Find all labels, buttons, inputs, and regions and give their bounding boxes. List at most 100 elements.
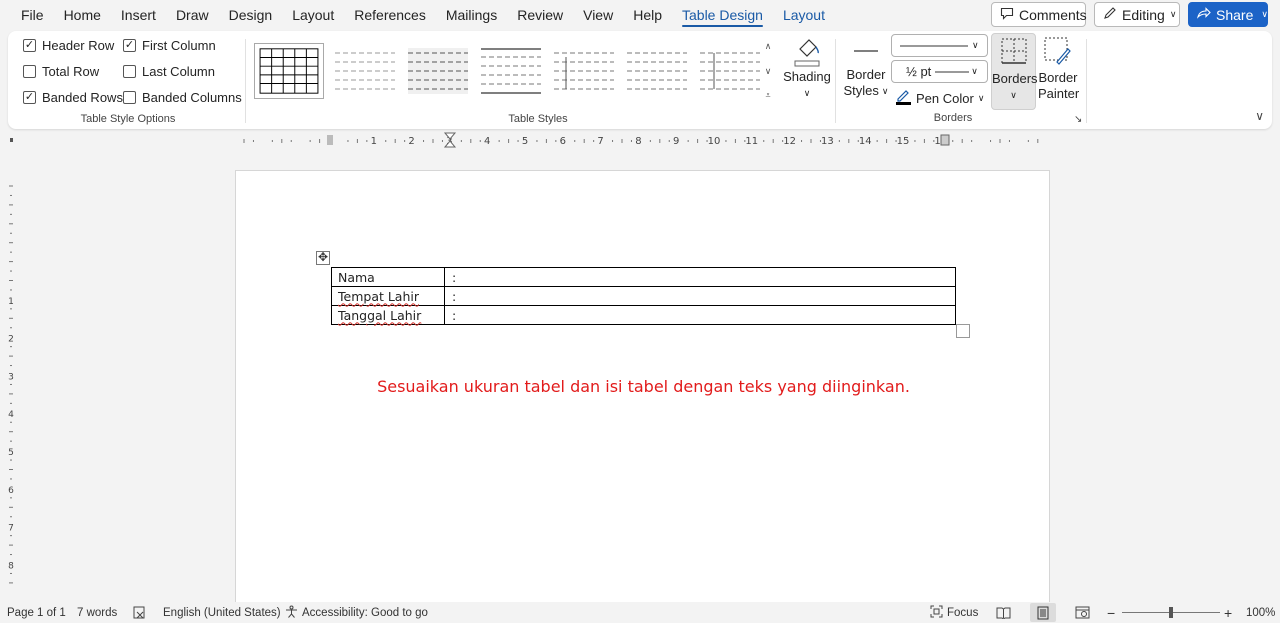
borders-icon bbox=[992, 37, 1035, 71]
gallery-up-icon[interactable]: ∧ bbox=[765, 41, 772, 52]
table-cell-label[interactable]: Tempat Lahir bbox=[331, 286, 445, 306]
ruler-number: 6 bbox=[560, 136, 566, 147]
tab-table-design[interactable]: Table Design bbox=[672, 0, 773, 30]
status-bar: Page 1 of 1 7 words English (United Stat… bbox=[0, 602, 1280, 623]
pencil-icon bbox=[1103, 6, 1117, 23]
document-table[interactable]: Nama : Tempat Lahir : Tanggal Lahir : bbox=[331, 267, 956, 325]
table-style-header-col[interactable] bbox=[695, 43, 765, 99]
focus-button[interactable]: Focus bbox=[930, 605, 978, 621]
horizontal-ruler[interactable]: 12345678910111213141516 bbox=[0, 132, 1280, 150]
tab-help[interactable]: Help bbox=[623, 0, 672, 30]
border-styles-label-2: Styles bbox=[843, 83, 879, 98]
pen-color-button[interactable]: Pen Color ∨ bbox=[895, 88, 984, 108]
accessibility-status[interactable]: Accessibility: Good to go bbox=[285, 605, 428, 621]
table-styles-gallery bbox=[254, 41, 774, 101]
pen-color-label: Pen Color bbox=[916, 90, 974, 106]
ruler-number: 2 bbox=[8, 335, 14, 345]
ribbon: ✓ Header Row ✓ First Column Total Row La… bbox=[8, 31, 1272, 129]
print-layout-icon[interactable] bbox=[1030, 603, 1056, 622]
checkbox-checked-icon: ✓ bbox=[23, 39, 36, 52]
proofing-icon[interactable] bbox=[133, 606, 147, 619]
table-style-columns[interactable] bbox=[549, 43, 619, 99]
shading-button[interactable]: Shading ∨ bbox=[782, 35, 832, 101]
zoom-level[interactable]: 100% bbox=[1246, 607, 1275, 619]
table-style-minimal[interactable] bbox=[622, 43, 692, 99]
tab-draw[interactable]: Draw bbox=[166, 0, 219, 30]
checkbox-unchecked-icon bbox=[23, 65, 36, 78]
line-weight-preview-icon bbox=[935, 71, 970, 72]
web-layout-icon[interactable] bbox=[1075, 606, 1090, 619]
first-column-checkbox[interactable]: ✓ First Column bbox=[123, 38, 216, 53]
table-move-handle-icon[interactable]: ✥ bbox=[316, 251, 330, 265]
tab-table-layout[interactable]: Layout bbox=[773, 0, 835, 30]
table-cell-value[interactable]: : bbox=[444, 286, 956, 306]
chevron-down-icon: ∨ bbox=[977, 92, 985, 103]
table-cell-value[interactable]: : bbox=[444, 305, 956, 325]
word-count[interactable]: 7 words bbox=[77, 607, 117, 619]
banded-rows-checkbox[interactable]: ✓ Banded Rows bbox=[23, 90, 123, 105]
ribbon-collapse-icon[interactable]: ∨ bbox=[1255, 109, 1264, 123]
banded-columns-label: Banded Columns bbox=[142, 90, 242, 105]
document-page[interactable]: ✥ Nama : Tempat Lahir : Tanggal Lahir : … bbox=[235, 170, 1050, 602]
editing-label: Editing bbox=[1122, 6, 1165, 23]
table-cell-label[interactable]: Nama bbox=[331, 267, 445, 287]
tab-file[interactable]: File bbox=[0, 0, 54, 30]
ruler-number: 1 bbox=[8, 297, 14, 307]
table-styles-title: Table Styles bbox=[508, 113, 568, 125]
table-row: Tanggal Lahir : bbox=[331, 305, 956, 325]
table-style-banded[interactable] bbox=[476, 43, 546, 99]
table-resize-handle[interactable] bbox=[956, 324, 970, 338]
line-style-dropdown[interactable]: ∨ bbox=[891, 34, 988, 57]
border-painter-button[interactable]: Border Painter bbox=[1038, 36, 1079, 102]
vertical-ruler[interactable]: 1 2 3 4 5 6 7 8 bbox=[0, 150, 22, 602]
tab-home[interactable]: Home bbox=[54, 0, 111, 30]
table-row: Tempat Lahir : bbox=[331, 286, 956, 306]
line-weight-dropdown[interactable]: ½ pt ∨ bbox=[891, 60, 988, 83]
line-weight-value: ½ pt bbox=[906, 64, 932, 79]
editing-mode-button[interactable]: Editing ∨ bbox=[1094, 2, 1180, 27]
table-style-options-title: Table Style Options bbox=[80, 113, 176, 125]
share-button[interactable]: Share ∨ bbox=[1188, 2, 1268, 27]
tab-layout[interactable]: Layout bbox=[282, 0, 344, 30]
tab-review[interactable]: Review bbox=[507, 0, 573, 30]
tab-mailings[interactable]: Mailings bbox=[436, 0, 507, 30]
table-style-light[interactable] bbox=[403, 43, 473, 99]
page-count[interactable]: Page 1 of 1 bbox=[7, 607, 66, 619]
comments-button[interactable]: Comments bbox=[991, 2, 1087, 27]
tab-design[interactable]: Design bbox=[219, 0, 283, 30]
chevron-down-icon: ∨ bbox=[971, 66, 978, 76]
table-style-grid[interactable] bbox=[254, 43, 324, 99]
border-styles-button[interactable]: Border Styles ∨ bbox=[840, 41, 892, 99]
ruler-number: 10 bbox=[708, 136, 721, 147]
gallery-more-icon[interactable]: ⩡ bbox=[765, 90, 770, 101]
read-mode-icon[interactable] bbox=[996, 607, 1011, 619]
dialog-launcher-icon[interactable]: ↘ bbox=[1074, 114, 1082, 125]
table-cell-value[interactable]: : bbox=[444, 267, 956, 287]
zoom-in-button[interactable]: + bbox=[1224, 605, 1232, 621]
tab-references[interactable]: References bbox=[344, 0, 436, 30]
header-row-checkbox[interactable]: ✓ Header Row bbox=[23, 38, 114, 53]
gallery-down-icon[interactable]: ∨ bbox=[765, 66, 772, 77]
tab-insert[interactable]: Insert bbox=[111, 0, 166, 30]
group-divider bbox=[1086, 39, 1087, 123]
border-line-icon bbox=[840, 41, 892, 67]
checkbox-checked-icon: ✓ bbox=[23, 91, 36, 104]
ruler-number: 1 bbox=[371, 136, 377, 147]
ruler-number: 11 bbox=[745, 136, 758, 147]
ruler-number: 4 bbox=[484, 136, 490, 147]
tab-view[interactable]: View bbox=[573, 0, 623, 30]
table-cell-label[interactable]: Tanggal Lahir bbox=[331, 305, 445, 325]
group-divider bbox=[835, 39, 836, 123]
table-style-plain[interactable] bbox=[330, 43, 400, 99]
total-row-checkbox[interactable]: Total Row bbox=[23, 64, 99, 79]
borders-label: Borders bbox=[992, 71, 1038, 86]
language-indicator[interactable]: English (United States) bbox=[163, 607, 281, 619]
banded-columns-checkbox[interactable]: Banded Columns bbox=[123, 90, 242, 105]
last-column-checkbox[interactable]: Last Column bbox=[123, 64, 215, 79]
left-margin-marker bbox=[327, 135, 333, 145]
zoom-out-button[interactable]: − bbox=[1107, 605, 1115, 621]
chevron-down-icon: ∨ bbox=[1010, 90, 1017, 100]
borders-button[interactable]: Borders ∨ bbox=[991, 33, 1038, 110]
table-row: Nama : bbox=[331, 267, 956, 287]
zoom-slider-thumb[interactable] bbox=[1169, 607, 1173, 618]
